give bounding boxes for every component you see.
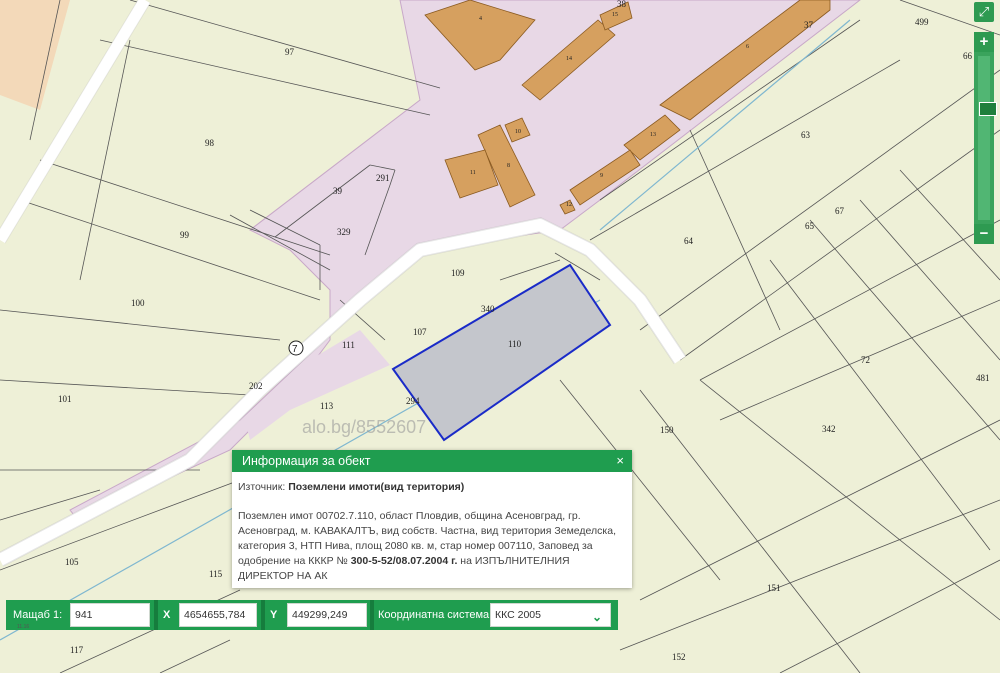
plot-label: 329 — [337, 227, 351, 237]
crs-label: Координатна система — [378, 609, 490, 621]
source-prefix: Източник: — [238, 481, 286, 493]
plot-label: 65 — [805, 221, 815, 231]
plot-label: 97 — [285, 47, 295, 57]
plot-label: 107 — [413, 327, 427, 337]
building-label: 12 — [566, 202, 572, 208]
plot-label: 151 — [767, 583, 781, 593]
plot-label: 67 — [835, 206, 845, 216]
plot-label: 99 — [180, 230, 190, 240]
zoom-control: + − — [974, 32, 997, 244]
building-label: 6 — [746, 44, 749, 50]
building-label: 11 — [470, 170, 476, 176]
building-label: 4 — [479, 16, 482, 22]
plot-label: 38 — [617, 0, 627, 9]
plot-label: 202 — [249, 381, 263, 391]
plot-label: 150 — [660, 425, 674, 435]
plot-label: 113 — [320, 401, 334, 411]
plot-label: 37 — [804, 20, 814, 30]
popup-title: Информация за обект — [242, 454, 371, 468]
building-label: 15 — [612, 12, 618, 18]
plot-label: 499 — [915, 17, 929, 27]
plot-label: 340 — [481, 304, 495, 314]
plot-label: 39 — [333, 186, 343, 196]
plot-label: 291 — [376, 173, 390, 183]
plot-label: 100 — [131, 298, 145, 308]
toolbar-divider — [370, 600, 374, 630]
watermark: alo.bg/8552607 — [302, 417, 426, 437]
close-icon[interactable]: × — [616, 450, 624, 472]
plot-label: 64 — [684, 236, 694, 246]
y-label: Y — [270, 609, 278, 621]
source-value: Поземлени имоти(вид територия) — [288, 481, 465, 493]
plot-label: 111 — [342, 340, 355, 350]
scale-prefix: 1: — [53, 609, 63, 621]
y-coordinate-input[interactable]: 449299,249 — [287, 603, 367, 627]
zoom-slider-handle[interactable] — [979, 102, 997, 116]
plot-label: 63 — [801, 130, 811, 140]
plot-label: 101 — [58, 394, 72, 404]
road-marker-label: 7 — [292, 344, 298, 355]
chevron-down-icon: ⌄ — [591, 610, 602, 624]
zoom-out-button[interactable]: − — [974, 224, 994, 244]
x-label: X — [163, 609, 171, 621]
plot-label: 98 — [205, 138, 215, 148]
plot-label: 110 — [508, 339, 522, 349]
fullscreen-icon: ⤢ — [978, 4, 990, 19]
toolbar-divider — [261, 600, 265, 630]
popup-source: Източник: Поземлени имоти(вид територия) — [238, 480, 626, 495]
crs-selected-value: ККС 2005 — [495, 609, 541, 621]
popup-body: Източник: Поземлени имоти(вид територия)… — [232, 472, 632, 584]
building-label: 8 — [507, 163, 510, 169]
zoom-in-button[interactable]: + — [974, 32, 994, 52]
plot-label: 152 — [672, 652, 686, 662]
coordinates-toolbar: Мащаб 1: 941 X 4654655,784 Y 449299,249 … — [6, 600, 618, 630]
plot-label: 72 — [861, 355, 870, 365]
building-label: 14 — [566, 56, 572, 62]
plot-label: 105 — [65, 557, 79, 567]
plot-label: 115 — [209, 569, 223, 579]
fullscreen-button[interactable]: ⤢ — [974, 2, 994, 22]
plot-label: 294 — [406, 396, 420, 406]
object-info-popup: Информация за обект × Източник: Поземлен… — [232, 450, 632, 588]
toolbar-divider — [154, 600, 158, 630]
x-coordinate-input[interactable]: 4654655,784 — [179, 603, 257, 627]
zoom-slider-track[interactable] — [978, 56, 997, 220]
order-number: 300-5-52/08.07.2004 г. — [350, 555, 458, 567]
plot-label: 117 — [70, 645, 84, 655]
building-label: 10 — [515, 129, 521, 135]
scale-input[interactable]: 941 — [70, 603, 150, 627]
parcel-description: Поземлен имот 00702.7.110, област Пловди… — [238, 509, 626, 584]
scale-hint: 11.16 — [17, 624, 30, 630]
plot-label: 66 — [963, 51, 973, 61]
issuer-prefix: на — [460, 555, 472, 567]
plot-label: 342 — [822, 424, 836, 434]
building-label: 13 — [650, 132, 656, 138]
building-label: 9 — [600, 173, 603, 179]
popup-header: Информация за обект × — [232, 450, 632, 472]
plot-label: 109 — [451, 268, 465, 278]
plot-label: 481 — [976, 373, 990, 383]
crs-select[interactable]: ККС 2005 ⌄ — [490, 603, 611, 627]
